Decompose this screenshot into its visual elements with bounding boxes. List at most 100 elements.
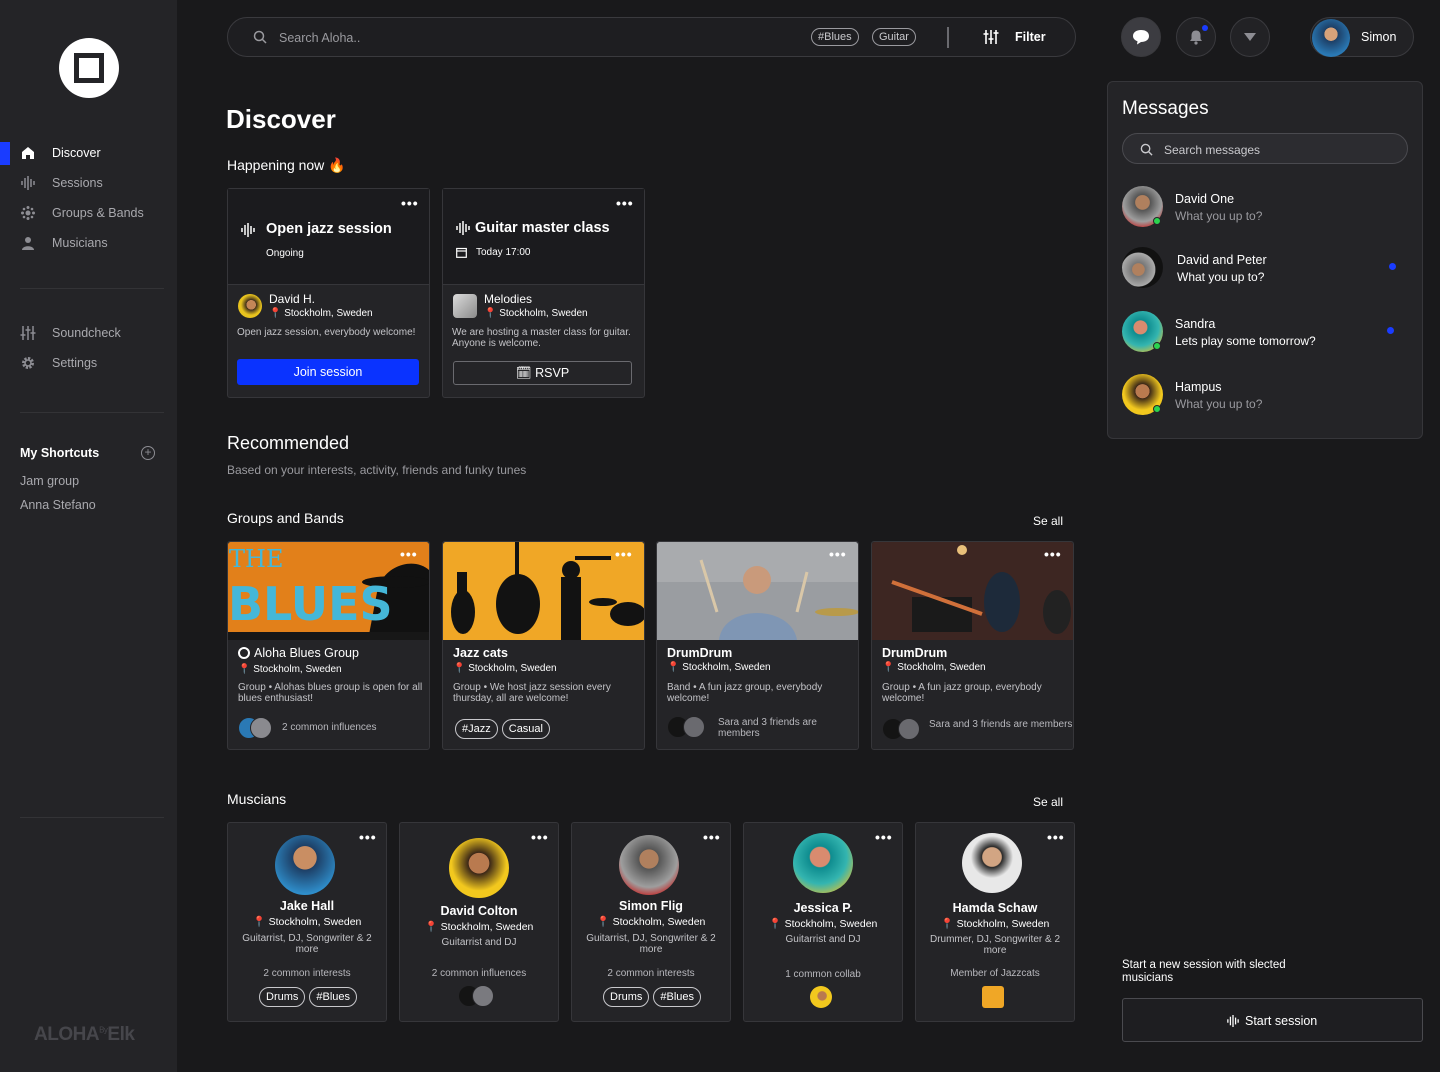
shortcut-item[interactable]: Anna Stefano: [20, 498, 96, 512]
message-preview: What you up to?: [1175, 397, 1263, 411]
common-interests: 2 common interests: [263, 968, 351, 979]
unread-indicator: [1387, 327, 1394, 334]
global-search-bar[interactable]: Search Aloha.. #Blues Guitar Filter: [227, 17, 1076, 57]
page-title: Discover: [226, 104, 336, 134]
musician-roles: Drummer, DJ, Songwriter & 2 more: [929, 934, 1061, 956]
app-window: Discover Sessions Groups & Bands Musicia…: [0, 0, 1440, 1072]
more-options-icon[interactable]: •••: [359, 830, 377, 844]
group-title: Aloha Blues Group: [238, 646, 359, 660]
more-options-icon[interactable]: •••: [616, 196, 634, 210]
more-options-icon[interactable]: •••: [401, 196, 419, 210]
more-menu-button[interactable]: [1230, 17, 1270, 57]
group-card[interactable]: ••• DrumDrum 📍 Stockholm, Sweden Band • …: [656, 541, 859, 750]
shortcut-item[interactable]: Jam group: [20, 474, 79, 488]
group-avatar: [982, 986, 1004, 1008]
more-options-icon[interactable]: •••: [1044, 547, 1062, 561]
brand-logo: ALOHAByElk: [34, 1024, 135, 1045]
join-session-button[interactable]: Join session: [237, 359, 419, 385]
sidebar-item-sessions[interactable]: Sessions: [0, 172, 177, 194]
message-search-input[interactable]: Search messages: [1122, 133, 1408, 164]
tag[interactable]: #Blues: [309, 987, 358, 1007]
membership-info: Member of Jazzcats: [950, 968, 1040, 979]
group-footer-text: Sara and 3 friends are members: [929, 719, 1073, 730]
message-search-placeholder: Search messages: [1164, 143, 1261, 157]
waveform-icon: [20, 175, 36, 191]
more-options-icon[interactable]: •••: [400, 547, 418, 561]
message-thread[interactable]: David One What you up to?: [1122, 186, 1412, 230]
musician-card[interactable]: ••• Jessica P. 📍 Stockholm, Sweden Guita…: [743, 822, 903, 1022]
message-thread[interactable]: Hampus What you up to?: [1122, 374, 1412, 418]
notifications-button[interactable]: [1176, 17, 1216, 57]
notification-badge: [1202, 25, 1208, 31]
more-options-icon[interactable]: •••: [875, 830, 893, 844]
musicians-heading: Muscians: [227, 791, 287, 807]
event-time: Today 17:00: [476, 247, 531, 258]
tag[interactable]: Casual: [501, 719, 550, 739]
musician-avatar: [962, 833, 1022, 893]
more-options-icon[interactable]: •••: [703, 830, 721, 844]
message-thread[interactable]: David and Peter What you up to?: [1122, 247, 1412, 291]
musician-location: 📍 Stockholm, Sweden: [424, 921, 534, 933]
common-collab: 1 common collab: [785, 969, 861, 980]
group-title: DrumDrum: [882, 646, 948, 660]
add-shortcut-icon[interactable]: +: [141, 446, 155, 460]
group-description: Group • We host jazz session every thurs…: [453, 682, 611, 704]
messages-button[interactable]: [1121, 17, 1161, 57]
sidebar-item-label: Settings: [52, 356, 98, 370]
more-options-icon[interactable]: •••: [615, 547, 633, 561]
avatar: [1312, 19, 1350, 57]
musician-roles: Guitarrist and DJ: [441, 937, 517, 948]
event-card[interactable]: ••• Guitar master class Today 17:00 Melo…: [442, 188, 645, 398]
tag[interactable]: Drums: [603, 987, 650, 1007]
message-sender: Hampus: [1175, 380, 1222, 394]
event-title: Guitar master class: [475, 220, 610, 236]
groups-see-all-link[interactable]: Se all: [1033, 514, 1063, 528]
musician-card[interactable]: ••• Jake Hall 📍 Stockholm, Sweden Guitar…: [227, 822, 387, 1022]
group-description: Group • A fun jazz group, everybody welc…: [882, 682, 1042, 704]
tag[interactable]: #Blues: [653, 987, 702, 1007]
groups-icon: [20, 205, 36, 221]
filter-icon[interactable]: [983, 29, 999, 45]
sidebar-item-musicians[interactable]: Musicians: [0, 232, 177, 254]
sidebar-item-soundcheck[interactable]: Soundcheck: [0, 322, 177, 344]
rsvp-button[interactable]: 🗓 RSVP: [453, 361, 632, 385]
app-logo[interactable]: [59, 38, 119, 98]
sidebar-item-label: Musicians: [52, 236, 108, 250]
search-chip[interactable]: #Blues: [811, 28, 859, 46]
musician-name: David Colton: [440, 904, 518, 918]
more-options-icon[interactable]: •••: [1047, 830, 1065, 844]
search-input[interactable]: Search Aloha..: [279, 31, 360, 45]
member-avatars: [882, 718, 920, 740]
musician-card[interactable]: ••• Hamda Schaw 📍 Stockholm, Sweden Drum…: [915, 822, 1075, 1022]
sidebar-item-settings[interactable]: Settings: [0, 352, 177, 374]
tag[interactable]: Drums: [259, 987, 306, 1007]
gear-icon: [20, 355, 36, 371]
filter-button[interactable]: Filter: [1015, 30, 1046, 44]
messages-title: Messages: [1122, 98, 1209, 119]
group-card[interactable]: THE BLUES ••• Aloha Blues Group 📍 Stockho…: [227, 541, 430, 750]
member-avatars: [238, 717, 274, 739]
sidebar-item-discover[interactable]: Discover: [0, 142, 177, 164]
more-options-icon[interactable]: •••: [531, 830, 549, 844]
home-icon: [20, 145, 36, 161]
group-title: DrumDrum: [667, 646, 733, 660]
group-description: Group • Alohas blues group is open for a…: [238, 682, 423, 704]
musicians-see-all-link[interactable]: Se all: [1033, 795, 1063, 809]
tag[interactable]: #Jazz: [455, 719, 498, 739]
group-card[interactable]: ••• DrumDrum 📍 Stockholm, Sweden Group •…: [871, 541, 1074, 750]
message-thread[interactable]: Sandra Lets play some tomorrow?: [1122, 311, 1412, 355]
musician-avatar: [619, 835, 679, 895]
event-card[interactable]: ••• Open jazz session Ongoing David H. 📍…: [227, 188, 430, 398]
message-sender: David One: [1175, 192, 1235, 206]
calendar-icon: [456, 247, 467, 258]
sidebar-item-label: Sessions: [52, 176, 103, 190]
group-card[interactable]: ••• Jazz cats 📍 Stockholm, Sweden Group …: [442, 541, 645, 750]
sidebar-item-groups[interactable]: Groups & Bands: [0, 202, 177, 224]
profile-menu-button[interactable]: Simon: [1310, 17, 1414, 57]
more-options-icon[interactable]: •••: [829, 547, 847, 561]
collab-avatar: [810, 986, 832, 1008]
search-chip[interactable]: Guitar: [872, 28, 916, 46]
musician-card[interactable]: ••• David Colton 📍 Stockholm, Sweden Gui…: [399, 822, 559, 1022]
start-session-button[interactable]: Start session: [1122, 998, 1423, 1042]
musician-card[interactable]: ••• Simon Flig 📍 Stockholm, Sweden Guita…: [571, 822, 731, 1022]
